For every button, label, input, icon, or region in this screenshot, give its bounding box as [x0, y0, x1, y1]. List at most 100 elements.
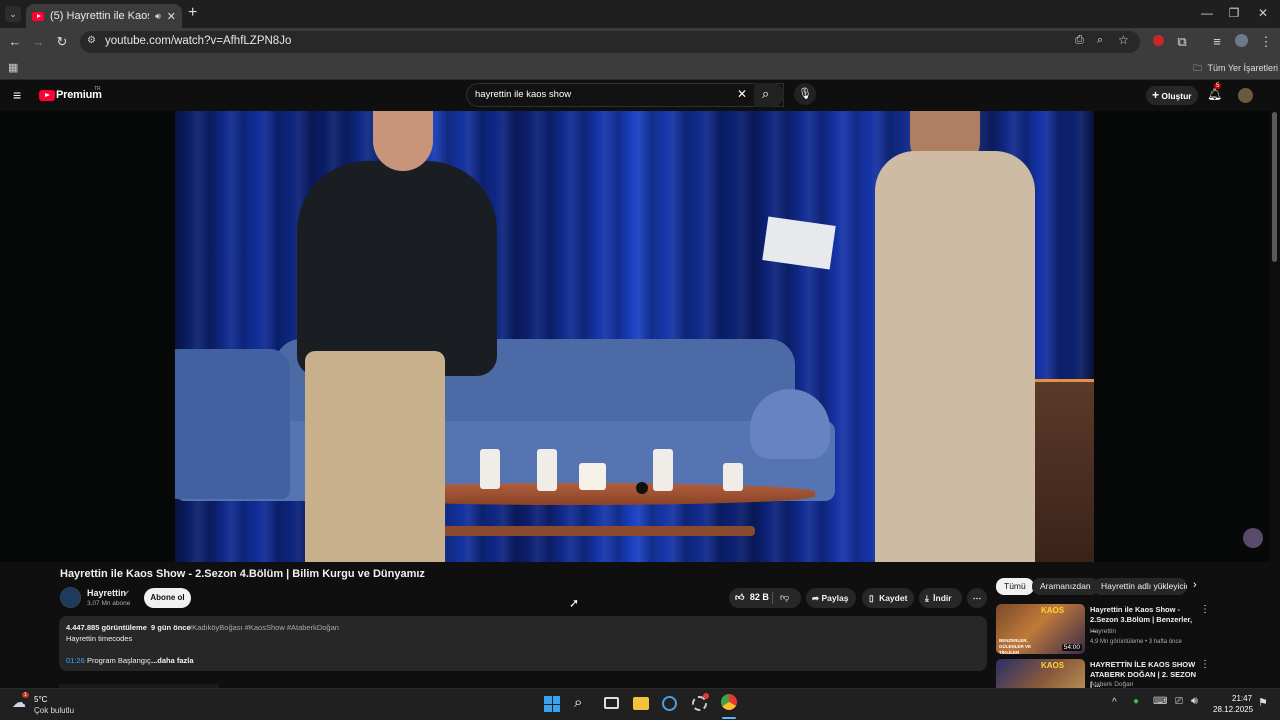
recommendation-thumbnail[interactable]: KAOS BENZERLER, GÜLENLER VE TİKLİLER 54:…	[996, 604, 1085, 654]
taskbar-search-icon[interactable]: ⌕	[574, 694, 582, 711]
task-view-icon[interactable]	[604, 697, 619, 709]
file-explorer-icon[interactable]	[633, 697, 649, 710]
timestamp-text: Program Başlangıç	[87, 656, 151, 665]
recommendation-channel[interactable]: Hayrettin	[1090, 628, 1116, 635]
chip-all[interactable]: Tümü	[996, 578, 1034, 595]
extension-red-icon[interactable]	[1150, 34, 1166, 50]
microphone-tray-icon[interactable]: ●	[1133, 696, 1139, 707]
cursor-pointer-icon: ➚	[569, 596, 580, 610]
clock-date[interactable]: 28.12.2025	[1213, 705, 1253, 714]
speaker-icon[interactable]: 🔊︎	[155, 11, 161, 22]
account-avatar[interactable]	[1238, 88, 1253, 103]
tab-strip: ⌄ (5) Hayrettin ile Kaos Show 🔊︎ ✕ + — ❐…	[0, 0, 1280, 28]
video-duration: 54:00	[1061, 644, 1082, 651]
reload-button[interactable]: ↻	[54, 34, 70, 50]
create-button[interactable]: + Oluştur	[1146, 86, 1198, 105]
minimize-button[interactable]: —	[1198, 6, 1216, 20]
person-left-head	[373, 111, 433, 171]
microphone-icon: 🎙︎	[798, 88, 812, 100]
chip-from-search[interactable]: Aramanızdan	[1032, 578, 1099, 595]
share-label: Paylaş	[821, 593, 849, 603]
guide-menu-icon[interactable]: ≡	[13, 87, 21, 103]
all-bookmarks-folder[interactable]: 🗀︎ Tüm Yer İşaretleri	[1193, 61, 1278, 77]
address-bar[interactable]: ⚙ youtube.com/watch?v=AfhfLZPN8Jo ⎙ ⌕ ☆	[80, 31, 1140, 53]
more-actions-button[interactable]: ⋯	[967, 588, 987, 608]
notification-center-icon[interactable]: ⚑	[1258, 696, 1268, 709]
start-button[interactable]	[544, 696, 560, 712]
mug	[579, 463, 606, 490]
chrome-taskbar-icon[interactable]	[721, 694, 737, 710]
notifications-button[interactable]: 🔔︎ 5	[1207, 83, 1222, 101]
new-tab-button[interactable]: +	[188, 4, 197, 22]
recommendation-thumbnail[interactable]: KAOS	[996, 659, 1085, 688]
volume-icon[interactable]: 🔊︎	[1191, 695, 1198, 708]
app-badge	[703, 693, 709, 699]
site-info-icon[interactable]: ⚙	[87, 35, 96, 46]
voice-search-button[interactable]: 🎙︎	[794, 83, 816, 105]
address-url: youtube.com/watch?v=AfhfLZPN8Jo	[105, 35, 292, 47]
app-icon-blue[interactable]	[662, 696, 677, 711]
cup	[723, 463, 743, 491]
description-line: Hayrettin timecodes	[66, 634, 133, 643]
chip-scroll-right-icon[interactable]: ›	[1193, 579, 1197, 591]
chip-from-uploader[interactable]: Hayrettin adlı yükleyiciden	[1093, 578, 1187, 595]
weather-widget[interactable]: ☁ 1 5°C Çok bulutlu	[10, 692, 90, 718]
recommendation-menu-icon[interactable]: ⋮	[1200, 604, 1210, 615]
save-button[interactable]: ▯ Kaydet	[862, 588, 914, 608]
tab-search-button[interactable]: ⌄	[5, 6, 21, 22]
search-box[interactable]: hayrettin ile kaos show ✕	[466, 83, 784, 107]
recommendation-channel[interactable]: Ataberk Doğan	[1090, 681, 1133, 688]
channel-watermark[interactable]	[1243, 528, 1263, 548]
video-frame[interactable]	[175, 111, 1094, 562]
page-scrollbar[interactable]	[1272, 112, 1277, 262]
profile-avatar[interactable]	[1233, 34, 1249, 51]
maximize-button[interactable]: ❐	[1225, 6, 1243, 20]
timestamp-link[interactable]: 01:26	[66, 656, 85, 665]
recommendation-menu-icon[interactable]: ⋮	[1200, 659, 1210, 670]
extensions-puzzle-icon[interactable]: ⧉	[1174, 34, 1190, 50]
download-button[interactable]: ⤓ İndir	[919, 588, 962, 608]
youtube-logo-icon[interactable]	[39, 90, 55, 101]
recommendation-item[interactable]: KAOS BENZERLER, GÜLENLER VE TİKLİLER 54:…	[996, 604, 1216, 656]
person-left-legs	[305, 351, 445, 562]
close-tab-icon[interactable]: ✕	[167, 10, 176, 23]
search-button[interactable]: ⌕	[754, 83, 784, 107]
browser-menu-icon[interactable]: ⋮	[1258, 34, 1274, 50]
subscribe-button[interactable]: Abone ol	[144, 588, 191, 608]
weather-badge: 1	[22, 692, 29, 698]
network-icon[interactable]: ⎚	[1175, 696, 1183, 707]
description-box[interactable]: 4.447.885 görüntüleme 9 gün önce #Kadıkö…	[59, 616, 987, 671]
channel-name[interactable]: Hayrettin	[87, 588, 126, 598]
dislike-button[interactable]: 👎︎	[780, 592, 789, 603]
back-button[interactable]: ←	[7, 34, 23, 50]
forward-button[interactable]: →	[30, 34, 46, 50]
zoom-icon[interactable]: ⌕	[1097, 34, 1103, 47]
sofa-left	[175, 349, 290, 499]
keyboard-icon[interactable]: ⌨	[1153, 696, 1167, 707]
thumbs-down-icon: 👎︎	[780, 592, 790, 602]
show-hidden-icons[interactable]: ^	[1112, 697, 1117, 708]
install-app-icon[interactable]: ⎙	[1075, 34, 1084, 47]
youtube-header: ≡ Premium TR hayrettin ile kaos show ✕ ⌕…	[0, 81, 1280, 111]
person-right-suit	[875, 151, 1035, 562]
like-button[interactable]: 👍︎ 82 B	[735, 592, 769, 603]
view-count-date: 4.447.885 görüntüleme 9 gün önce	[66, 623, 191, 632]
recommendation-item[interactable]: KAOS HAYRETTİN İLE KAOS SHOW ATABERK DOĞ…	[996, 659, 1216, 688]
apps-grid-icon[interactable]: ▦	[8, 61, 18, 74]
search-icon: ⌕	[762, 86, 770, 101]
clear-search-icon[interactable]: ✕	[737, 87, 747, 101]
youtube-favicon-icon	[32, 11, 44, 21]
video-player[interactable]	[0, 111, 1270, 562]
browser-tab-active[interactable]: (5) Hayrettin ile Kaos Show 🔊︎ ✕	[26, 4, 182, 28]
share-icon: ➦	[812, 593, 820, 603]
hashtags[interactable]: #KadıköyBoğası #KaosShow #AtaberkDoğan	[188, 623, 339, 632]
media-control-icon[interactable]: ≡	[1209, 34, 1225, 50]
table-shelf	[395, 526, 755, 536]
bookmark-star-icon[interactable]: ☆	[1118, 33, 1129, 47]
search-input[interactable]: hayrettin ile kaos show	[475, 89, 571, 100]
close-window-button[interactable]: ✕	[1254, 6, 1272, 20]
channel-avatar[interactable]	[60, 587, 81, 608]
clock-time[interactable]: 21:47	[1232, 694, 1252, 703]
share-button[interactable]: ➦ Paylaş	[806, 588, 856, 608]
show-more-link[interactable]: ...daha fazla	[151, 656, 194, 665]
